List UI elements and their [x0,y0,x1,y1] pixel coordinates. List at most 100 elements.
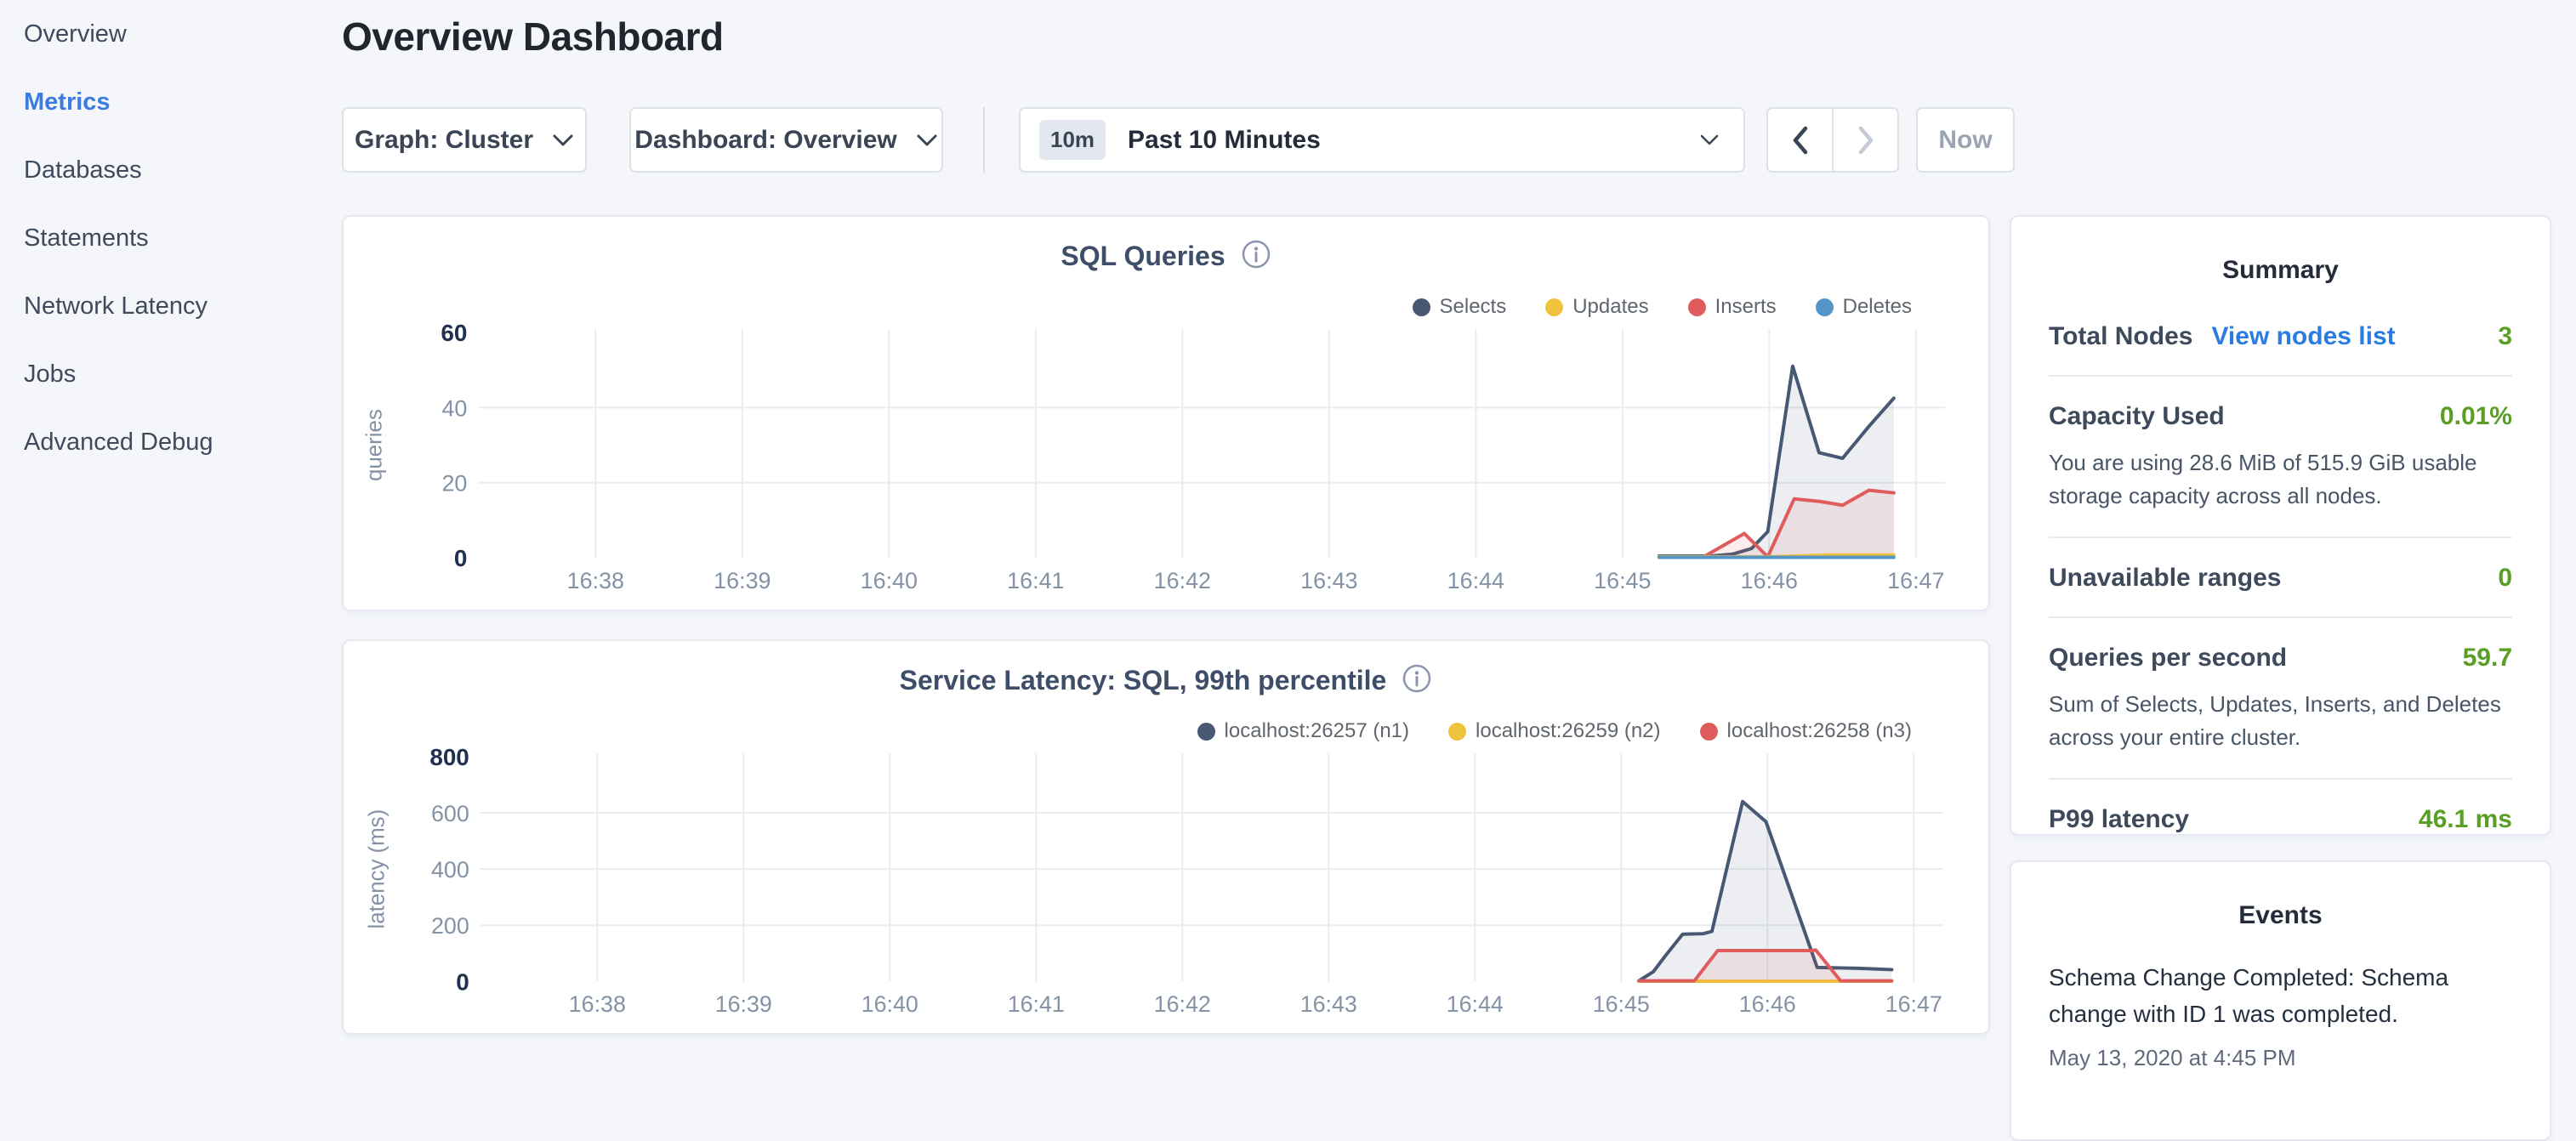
svg-text:16:39: 16:39 [715,991,772,1017]
next-time-button[interactable] [1832,109,1897,171]
legend-dot-icon [1448,723,1466,741]
page-title: Overview Dashboard [342,14,724,60]
svg-text:16:45: 16:45 [1593,991,1650,1017]
controls-bar: Graph: Cluster Dashboard: Overview 10m P… [342,107,2015,173]
legend-item: localhost:26258 (n3) [1700,719,1912,743]
legend-dot-icon [1413,298,1430,316]
legend-label: Inserts [1715,295,1777,319]
summary-row-value: 0.01% [2440,402,2512,431]
svg-text:16:40: 16:40 [862,991,918,1017]
event-item: Schema Change Completed: Schema change w… [2049,959,2512,1071]
sidebar-item-advanced-debug[interactable]: Advanced Debug [0,408,340,476]
legend-item: Updates [1545,295,1648,319]
chart-plot[interactable]: 16:3816:3916:4016:4116:4216:4316:4416:45… [344,317,1988,610]
time-step-buttons [1766,107,1899,173]
svg-text:16:43: 16:43 [1300,991,1357,1017]
legend-label: Updates [1572,295,1648,319]
svg-text:400: 400 [431,857,469,883]
view-nodes-link[interactable]: View nodes list [2211,322,2395,351]
legend-label: localhost:26257 (n1) [1225,719,1409,743]
chart-plot[interactable]: 16:3816:3916:4016:4116:4216:4316:4416:45… [344,741,1988,1033]
service-latency-chart-card: Service Latency: SQL, 99th percentile lo… [342,639,1990,1035]
svg-text:20: 20 [441,471,467,497]
summary-row-value: 3 [2498,322,2512,351]
summary-row-main: Total Nodes View nodes list 3 [2049,322,2512,351]
summary-row-value: 0 [2498,564,2512,593]
series-group [1659,366,1894,558]
svg-text:40: 40 [441,395,467,421]
legend-dot-icon [1197,723,1215,741]
sidebar-item-jobs[interactable]: Jobs [0,340,340,408]
svg-text:16:41: 16:41 [1007,568,1064,593]
gridlines [478,329,1945,558]
summary-row-label: Unavailable ranges [2049,564,2281,593]
time-range-dropdown[interactable]: 10m Past 10 Minutes [1019,107,1745,173]
svg-text:800: 800 [429,744,469,770]
sidebar-item-network-latency[interactable]: Network Latency [0,272,340,340]
chart-canvas: 16:3816:3916:4016:4116:4216:4316:4416:45… [344,317,1988,610]
legend-dot-icon [1700,723,1718,741]
legend-item: localhost:26257 (n1) [1197,719,1409,743]
dashboard-dropdown[interactable]: Dashboard: Overview [629,107,943,173]
chevron-down-icon [552,133,574,148]
chart-title-row: Service Latency: SQL, 99th percentile [344,663,1988,698]
svg-text:16:39: 16:39 [714,568,771,593]
legend-dot-icon [1545,298,1563,316]
chevron-down-icon [1699,133,1720,147]
summary-row-label: P99 latency [2049,805,2189,834]
summary-row: P99 latency 46.1 ms [2049,778,2512,858]
legend-label: localhost:26258 (n3) [1727,719,1912,743]
graph-scope-dropdown-label: Graph: Cluster [355,126,533,155]
svg-text:16:46: 16:46 [1741,568,1798,593]
graph-scope-dropdown[interactable]: Graph: Cluster [342,107,587,173]
summary-row: Capacity Used0.01%You are using 28.6 MiB… [2049,375,2512,536]
svg-text:queries: queries [363,409,387,481]
events-list: Schema Change Completed: Schema change w… [2049,959,2512,1071]
series-group [1639,802,1891,982]
summary-row-label: Total Nodes [2049,322,2192,351]
summary-row-main: Capacity Used0.01% [2049,402,2512,431]
svg-text:600: 600 [431,801,469,826]
svg-text:0: 0 [454,545,468,571]
event-text: Schema Change Completed: Schema change w… [2049,959,2512,1033]
svg-text:16:43: 16:43 [1300,568,1357,593]
summary-row: Queries per second59.7Sum of Selects, Up… [2049,616,2512,778]
chart-title: SQL Queries [1061,241,1225,272]
legend-item: Inserts [1688,295,1777,319]
legend-label: Deletes [1843,295,1912,319]
svg-text:16:47: 16:47 [1885,991,1942,1017]
summary-row-label: Queries per second [2049,644,2287,673]
legend-item: Deletes [1816,295,1912,319]
sidebar-item-metrics[interactable]: Metrics [0,68,340,136]
info-icon[interactable] [1402,663,1432,698]
legend-label: localhost:26259 (n2) [1476,719,1660,743]
svg-text:16:46: 16:46 [1739,991,1796,1017]
axis-labels: 16:3816:3916:4016:4116:4216:4316:4416:45… [363,320,1945,593]
svg-text:16:38: 16:38 [569,991,626,1017]
summary-heading: Summary [2011,256,2550,285]
chart-title: Service Latency: SQL, 99th percentile [900,665,1387,696]
chart-title-row: SQL Queries [344,239,1988,274]
sidebar-item-databases[interactable]: Databases [0,136,340,204]
summary-row-main: P99 latency 46.1 ms [2049,805,2512,834]
summary-panel: Summary Total Nodes View nodes list 3 Capac… [2010,215,2551,836]
controls-divider [983,107,985,173]
now-button[interactable]: Now [1916,107,2015,173]
legend-label: Selects [1440,295,1507,319]
sidebar-item-statements[interactable]: Statements [0,204,340,272]
events-panel: Events Schema Change Completed: Schema c… [2010,860,2551,1141]
info-icon[interactable] [1241,239,1271,274]
svg-text:16:45: 16:45 [1594,568,1651,593]
legend-dot-icon [1688,298,1706,316]
sidebar: OverviewMetricsDatabasesStatementsNetwor… [0,0,340,1051]
sidebar-item-overview[interactable]: Overview [0,0,340,68]
summary-row: Total Nodes View nodes list 3 [2049,322,2512,375]
summary-row-main: Unavailable ranges 0 [2049,564,2512,593]
svg-text:16:47: 16:47 [1887,568,1944,593]
legend-item: localhost:26259 (n2) [1448,719,1660,743]
summary-row-value: 46.1 ms [2419,805,2512,834]
time-range-label: Past 10 Minutes [1128,126,1321,155]
svg-text:16:42: 16:42 [1154,568,1211,593]
previous-time-button[interactable] [1768,109,1832,171]
sql-queries-chart-card: SQL Queries Selects Updates Inserts Deletes… [342,215,1990,611]
